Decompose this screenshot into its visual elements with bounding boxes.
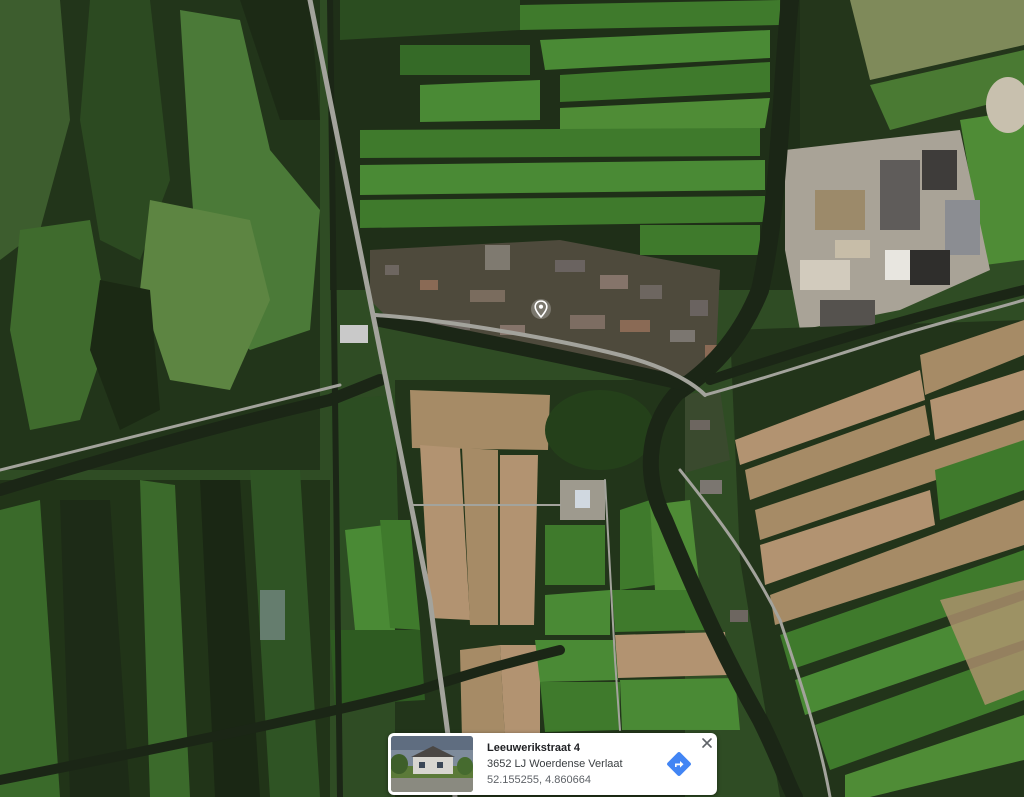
wetland-area <box>0 0 320 470</box>
street-view-thumbnail[interactable] <box>391 736 473 792</box>
place-coordinates: 52.155255, 4.860664 <box>487 774 591 786</box>
directions-icon[interactable] <box>666 751 692 777</box>
place-address: 3652 LJ Woerdense Verlaat <box>487 758 623 770</box>
map-imagery <box>0 0 1024 797</box>
satellite-map[interactable]: Leeuwerikstraat 4 3652 LJ Woerdense Verl… <box>0 0 1024 797</box>
place-title: Leeuwerikstraat 4 <box>487 742 580 754</box>
place-info-card[interactable]: Leeuwerikstraat 4 3652 LJ Woerdense Verl… <box>388 733 717 795</box>
close-icon[interactable] <box>701 736 713 748</box>
southeast-fields <box>730 320 1024 797</box>
location-pin-icon[interactable] <box>530 298 552 320</box>
